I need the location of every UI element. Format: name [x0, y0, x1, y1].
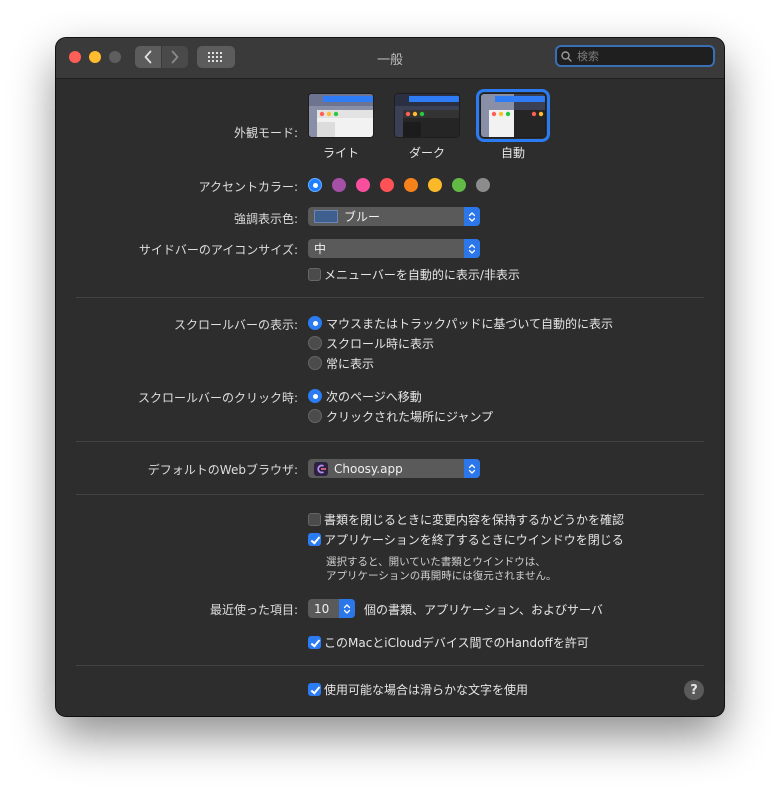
- search-icon: [561, 50, 572, 62]
- appearance-light-thumbnail[interactable]: [308, 93, 374, 138]
- close-windows-on-quit-label: アプリケーションを終了するときにウインドウを閉じる: [324, 533, 624, 547]
- handoff-label: このMacとiCloudデバイス間でのHandoffを許可: [324, 636, 589, 650]
- close-windows-note-line1: 選択すると、開いていた書類とウインドウは、: [326, 556, 546, 568]
- font-smoothing-checkbox[interactable]: [308, 683, 321, 696]
- appearance-auto-thumbnail[interactable]: [476, 89, 550, 142]
- scrollbar-when-scrolling-radio[interactable]: [308, 336, 322, 350]
- font-smoothing-label: 使用可能な場合は滑らかな文字を使用: [324, 683, 529, 697]
- sidebar-icon-size-popup[interactable]: 中: [308, 239, 480, 258]
- appearance-auto-caption: 自動: [500, 146, 525, 160]
- recent-items-suffix: 個の書類、アプリケーション、およびサーバ: [364, 603, 603, 617]
- highlight-swatch: [314, 210, 338, 223]
- menubar-autohide-label: メニューバーを自動的に表示/非表示: [324, 268, 520, 282]
- scrollbar-click-label: スクロールバーのクリック時:: [137, 391, 298, 405]
- popup-arrows-icon: [464, 207, 480, 226]
- sidebar-icon-size-value: 中: [314, 242, 327, 256]
- accent-color-swatch[interactable]: [404, 178, 418, 192]
- scroll-click-jump-radio[interactable]: [308, 409, 322, 423]
- divider: [76, 494, 704, 495]
- close-windows-on-quit-checkbox[interactable]: [308, 533, 321, 546]
- system-preferences-window: 一般 外観モード:: [56, 38, 724, 716]
- appearance-dark-caption: ダーク: [408, 146, 445, 160]
- accent-color-swatch[interactable]: [308, 178, 322, 192]
- scrollbar-always-label: 常に表示: [326, 357, 375, 371]
- ask-keep-changes-label: 書類を閉じるときに変更内容を保持するかどうかを確認: [324, 513, 625, 527]
- default-browser-popup[interactable]: Choosy.app: [308, 459, 480, 478]
- light-mode-preview-icon: [309, 94, 373, 137]
- popup-arrows-icon: [464, 239, 480, 258]
- help-icon: ?: [690, 682, 698, 698]
- recent-items-popup[interactable]: 10: [308, 599, 355, 618]
- handoff-checkbox[interactable]: [308, 636, 321, 649]
- search-input[interactable]: [575, 48, 709, 64]
- appearance-light-caption: ライト: [322, 146, 359, 160]
- divider: [76, 441, 704, 442]
- accent-color-swatch[interactable]: [332, 178, 346, 192]
- recent-items-value: 10: [314, 601, 330, 616]
- titlebar: 一般: [56, 38, 724, 79]
- recent-items-label: 最近使った項目:: [209, 603, 298, 617]
- choosy-app-icon: [314, 461, 328, 476]
- accent-color-swatch[interactable]: [452, 178, 466, 192]
- scrollbar-always-radio[interactable]: [308, 356, 322, 370]
- accent-color-swatch[interactable]: [380, 178, 394, 192]
- ask-keep-changes-checkbox[interactable]: [308, 513, 321, 526]
- appearance-label: 外観モード:: [233, 126, 298, 140]
- dark-mode-preview-icon: [395, 94, 459, 137]
- divider: [76, 297, 704, 298]
- scrollbar-when-scrolling-label: スクロール時に表示: [326, 337, 435, 351]
- highlight-color-label: 強調表示色:: [233, 212, 298, 226]
- popup-arrows-icon: [464, 459, 480, 478]
- scrollbar-auto-label: マウスまたはトラックパッドに基づいて自動的に表示: [326, 317, 614, 331]
- close-windows-note-line2: アプリケーションの再開時には復元されません。: [326, 570, 557, 582]
- scroll-click-next-page-label: 次のページへ移動: [326, 390, 422, 404]
- search-field[interactable]: [555, 45, 715, 67]
- scroll-click-next-page-radio[interactable]: [308, 389, 322, 403]
- highlight-color-value: ブルー: [344, 210, 381, 224]
- highlight-color-popup[interactable]: ブルー: [308, 207, 480, 226]
- scrollbar-show-label: スクロールバーの表示:: [173, 318, 298, 332]
- appearance-dark-thumbnail[interactable]: [394, 93, 460, 138]
- accent-color-swatch[interactable]: [476, 178, 490, 192]
- sidebar-icon-size-label: サイドバーのアイコンサイズ:: [138, 243, 298, 257]
- help-button[interactable]: ?: [684, 680, 704, 700]
- default-browser-value: Choosy.app: [334, 461, 403, 476]
- scroll-click-jump-label: クリックされた場所にジャンプ: [326, 410, 494, 424]
- popup-arrows-icon: [339, 599, 355, 618]
- divider: [76, 665, 704, 666]
- default-browser-label: デフォルトのWebブラウザ:: [147, 463, 298, 477]
- scrollbar-auto-radio[interactable]: [308, 316, 322, 330]
- menubar-autohide-checkbox[interactable]: [308, 268, 321, 281]
- accent-color-swatch[interactable]: [356, 178, 370, 192]
- accent-color-label: アクセントカラー:: [198, 180, 298, 194]
- accent-color-swatch[interactable]: [428, 178, 442, 192]
- auto-mode-preview-icon: [481, 94, 545, 137]
